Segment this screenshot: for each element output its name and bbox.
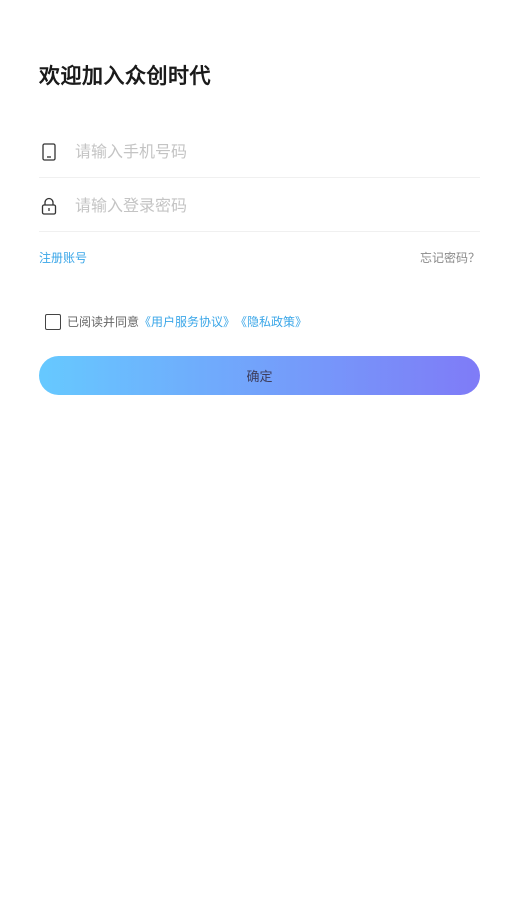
login-page: 欢迎加入众创时代 注册账号 忘记密码？ 已阅读并同意 《用户服务协议》 《隐私政… — [0, 0, 519, 900]
page-title: 欢迎加入众创时代 — [39, 64, 211, 88]
password-field — [39, 180, 480, 232]
confirm-button[interactable]: 确定 — [39, 356, 480, 395]
agreement-row: 已阅读并同意 《用户服务协议》 《隐私政策》 — [45, 313, 307, 330]
phone-field — [39, 126, 480, 178]
user-agreement-link[interactable]: 《用户服务协议》 — [139, 313, 235, 330]
register-link[interactable]: 注册账号 — [39, 249, 87, 266]
agreement-prefix: 已阅读并同意 — [67, 315, 140, 329]
password-input[interactable] — [75, 196, 455, 215]
forgot-password-link[interactable]: 忘记密码？ — [420, 249, 480, 266]
agreement-checkbox[interactable] — [45, 313, 61, 330]
phone-icon — [39, 142, 59, 162]
privacy-policy-link[interactable]: 《隐私政策》 — [235, 313, 307, 330]
lock-icon — [39, 196, 59, 216]
link-row: 注册账号 忘记密码？ — [39, 249, 480, 266]
phone-input[interactable] — [75, 142, 455, 161]
